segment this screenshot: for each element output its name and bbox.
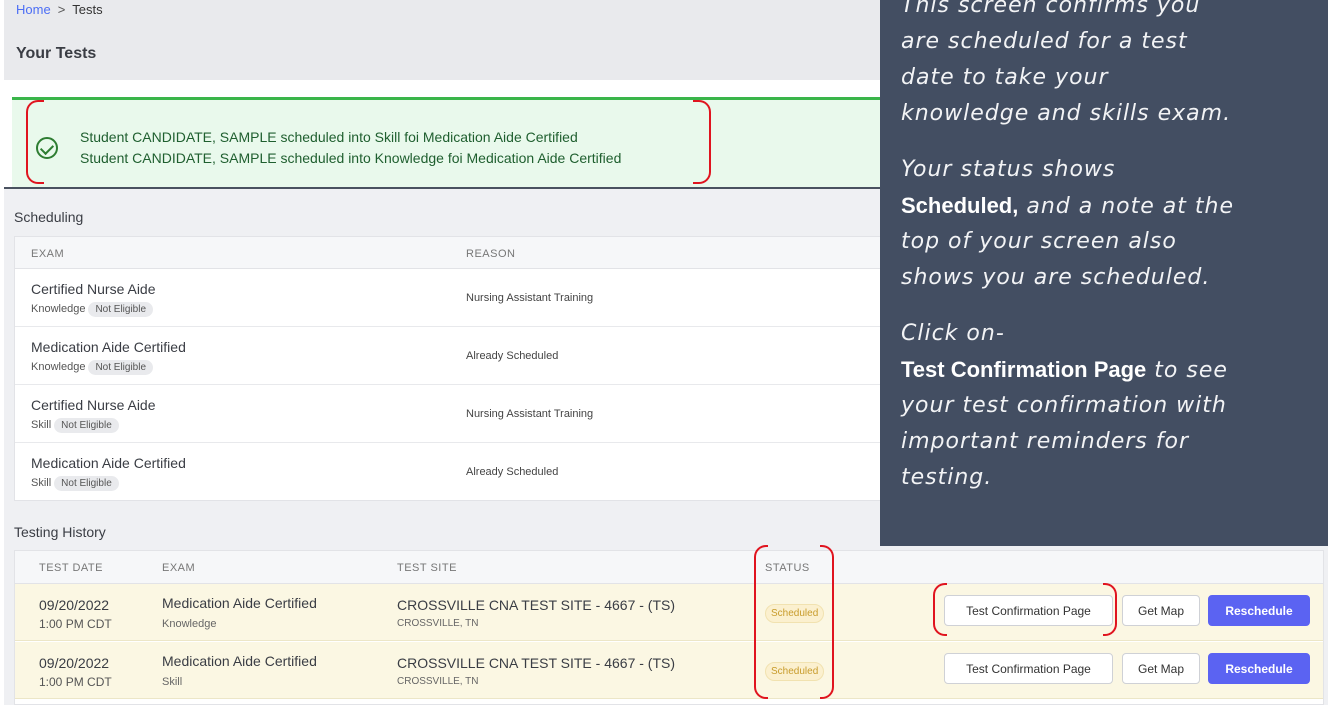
- tip-text: date to take your: [901, 65, 1109, 90]
- exam-type: Skill Not Eligible: [31, 476, 119, 491]
- test-time: 1:00 PM CDT: [39, 617, 112, 631]
- status-badge: Scheduled: [765, 662, 825, 681]
- breadcrumb-home-link[interactable]: Home: [16, 2, 51, 17]
- tip-text-rest: and a note at the: [1018, 194, 1234, 219]
- get-map-button[interactable]: Get Map: [1122, 595, 1200, 626]
- exam-type: Knowledge Not Eligible: [31, 302, 154, 317]
- tip-text: testing.: [901, 465, 993, 490]
- tip-text: Your status shows: [901, 157, 1116, 182]
- test-date: 09/20/2022: [39, 655, 110, 671]
- exam-type: Knowledge: [162, 618, 217, 630]
- callout-bracket-left: [754, 545, 768, 699]
- column-header-reason: REASON: [466, 248, 516, 260]
- app-frame: Home > Tests Your Tests Student CANDIDATE,…: [0, 0, 1334, 705]
- scheduling-table: EXAM REASON Certified Nurse Aide Knowled…: [14, 236, 884, 501]
- test-site-city: CROSSVILLE, TN: [397, 618, 479, 629]
- get-map-button[interactable]: Get Map: [1122, 653, 1200, 684]
- exam-type: Knowledge Not Eligible: [31, 360, 154, 375]
- column-header-site: TEST SITE: [397, 562, 457, 574]
- testing-history-title: Testing History: [14, 524, 106, 540]
- tip-bold-text: Test Confirmation Page: [901, 357, 1147, 382]
- tip-text: This screen confirms you: [901, 0, 1201, 18]
- test-site-name: CROSSVILLE CNA TEST SITE - 4667 - (TS): [397, 597, 676, 613]
- tip-text: important reminders for: [901, 429, 1189, 454]
- exam-name: Certified Nurse Aide: [31, 281, 156, 297]
- exam-name: Medication Aide Certified: [31, 455, 186, 471]
- callout-bracket-right: [693, 100, 711, 184]
- not-eligible-badge: Not Eligible: [54, 418, 119, 433]
- breadcrumb-current: Tests: [72, 2, 103, 17]
- breadcrumb: Home > Tests: [16, 2, 103, 17]
- not-eligible-badge: Not Eligible: [54, 476, 119, 491]
- reason-text: Already Scheduled: [466, 350, 559, 362]
- page-title: Your Tests: [16, 45, 97, 62]
- table-row: 09/20/2022 1:00 PM CDT Medication Aide C…: [15, 584, 1323, 641]
- tip-text: your test confirmation with: [901, 393, 1227, 418]
- testing-history-table: TEST DATE EXAM TEST SITE STATUS 09/20/20…: [14, 550, 1324, 705]
- table-header: EXAM REASON: [15, 237, 883, 269]
- exam-type: Skill Not Eligible: [31, 418, 119, 433]
- test-site-city: CROSSVILLE, TN: [397, 676, 479, 687]
- exam-type: Skill: [162, 676, 183, 688]
- tip-text-rest: to see: [1146, 358, 1228, 383]
- tip-bold-text: Scheduled,: [901, 193, 1019, 218]
- reason-text: Nursing Assistant Training: [466, 408, 594, 420]
- tip-text: Test Confirmation Page to see: [901, 352, 1228, 388]
- not-eligible-badge: Not Eligible: [88, 360, 154, 375]
- column-header-exam: EXAM: [31, 248, 65, 260]
- table-row: 09/20/2022 1:00 PM CDT Medication Aide C…: [15, 642, 1323, 699]
- table-row: Certified Nurse Aide Knowledge Not Eligib…: [15, 269, 883, 327]
- tip-text: knowledge and skills exam.: [901, 101, 1232, 126]
- status-badge: Scheduled: [765, 604, 825, 623]
- table-header: TEST DATE EXAM TEST SITE STATUS: [15, 551, 1323, 584]
- table-row: Certified Nurse Aide Skill Not Eligible N…: [15, 385, 883, 443]
- reschedule-button[interactable]: Reschedule: [1208, 595, 1310, 626]
- test-site-name: CROSSVILLE CNA TEST SITE - 4667 - (TS): [397, 655, 676, 671]
- table-row: Medication Aide Certified Skill Not Eligi…: [15, 443, 883, 501]
- test-time: 1:00 PM CDT: [39, 675, 112, 689]
- exam-type-label: Skill: [31, 419, 52, 431]
- tip-text: shows you are scheduled.: [901, 265, 1211, 290]
- test-date: 09/20/2022: [39, 597, 110, 613]
- exam-type-label: Knowledge: [31, 303, 86, 315]
- instruction-overlay: This screen confirms you are scheduled f…: [880, 0, 1328, 546]
- column-header-date: TEST DATE: [39, 562, 103, 574]
- test-confirmation-button[interactable]: Test Confirmation Page: [944, 653, 1113, 684]
- table-row: Medication Aide Certified Knowledge Not E…: [15, 327, 883, 385]
- exam-name: Medication Aide Certified: [162, 595, 317, 611]
- exam-name: Medication Aide Certified: [31, 339, 186, 355]
- tip-text: top of your screen also: [901, 229, 1177, 254]
- test-confirmation-button[interactable]: Test Confirmation Page: [944, 595, 1113, 626]
- banner-message: Student CANDIDATE, SAMPLE scheduled into…: [80, 150, 622, 166]
- tip-text: are scheduled for a test: [901, 29, 1188, 54]
- scheduling-title: Scheduling: [14, 209, 84, 225]
- reason-text: Already Scheduled: [466, 466, 559, 478]
- reason-text: Nursing Assistant Training: [466, 292, 594, 304]
- callout-bracket-left: [933, 583, 947, 636]
- callout-bracket-left: [26, 100, 44, 184]
- column-header-exam: EXAM: [162, 562, 196, 574]
- callout-bracket-right: [1103, 583, 1117, 636]
- exam-type-label: Skill: [31, 477, 52, 489]
- reschedule-button[interactable]: Reschedule: [1208, 653, 1310, 684]
- not-eligible-badge: Not Eligible: [88, 302, 154, 317]
- exam-name: Medication Aide Certified: [162, 653, 317, 669]
- exam-name: Certified Nurse Aide: [31, 397, 156, 413]
- banner-message: Student CANDIDATE, SAMPLE scheduled into…: [80, 129, 578, 145]
- exam-type-label: Knowledge: [31, 361, 86, 373]
- tip-text: Scheduled, and a note at the: [901, 188, 1234, 224]
- breadcrumb-separator: >: [57, 2, 66, 17]
- callout-bracket-right: [820, 545, 834, 699]
- column-header-status: STATUS: [765, 562, 810, 574]
- tip-text: Click on-: [901, 321, 1005, 346]
